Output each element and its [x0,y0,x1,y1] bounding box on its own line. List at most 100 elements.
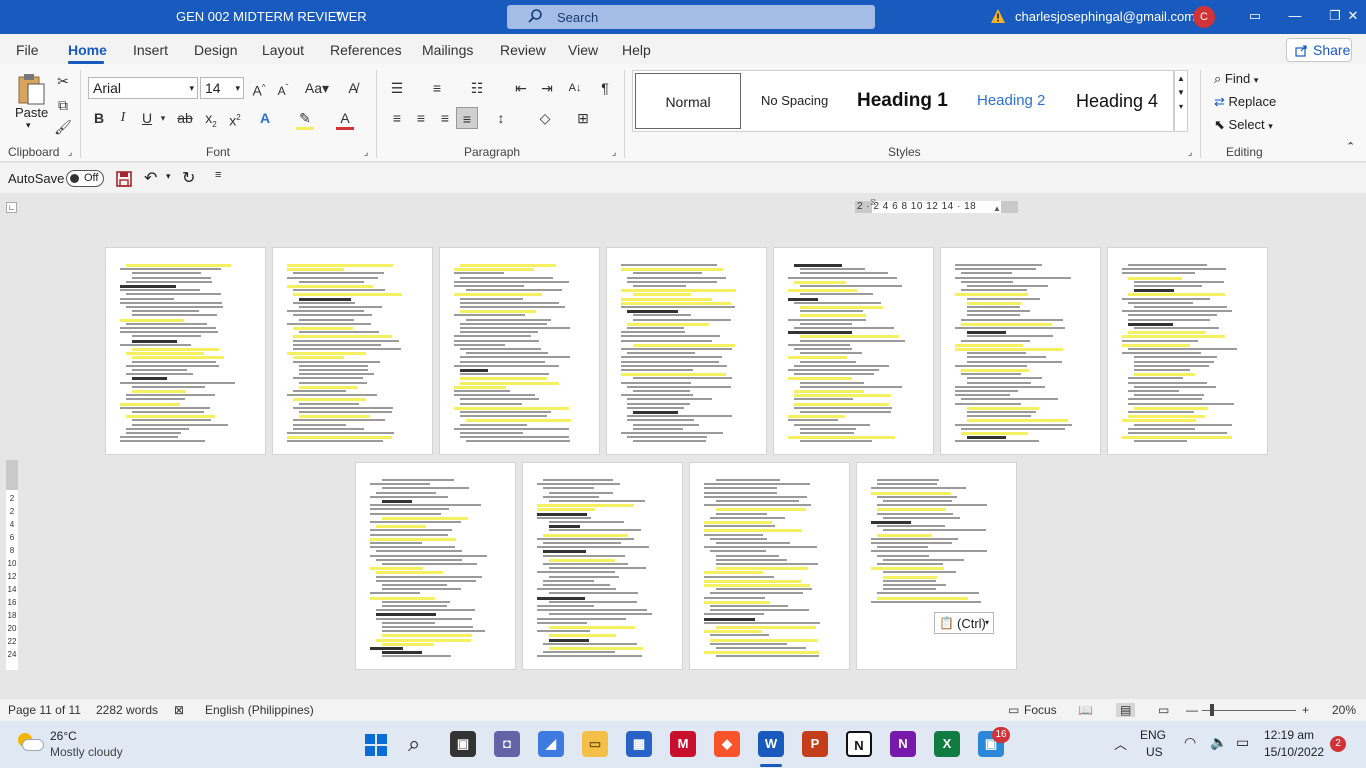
save-icon[interactable] [116,171,132,187]
scroll-down-icon[interactable]: ▼ [1175,88,1187,97]
notification-count[interactable]: 2 [1330,736,1346,752]
tab-review[interactable]: Review [500,42,546,58]
style-heading-2[interactable]: Heading 2 [977,71,1045,131]
minimize-icon[interactable]: — [1282,5,1308,27]
document-page[interactable] [105,247,266,455]
numbering-icon[interactable]: ≡ [426,77,448,99]
mcafee-icon[interactable]: M [670,731,696,757]
close-icon[interactable]: ✕ [1340,5,1366,27]
undo-icon[interactable]: ↶ [144,168,157,188]
weather-icon[interactable] [18,731,44,753]
zoom-in-icon[interactable]: + [1302,703,1309,717]
sort-icon[interactable]: A↓ [564,77,586,99]
paste-dropdown-icon[interactable]: ▾ [26,120,31,131]
tab-home[interactable]: Home [68,42,107,58]
align-left-icon[interactable]: ≡ [386,107,408,129]
borders-icon[interactable]: ⊞ [572,107,594,129]
excel-icon[interactable]: X [934,731,960,757]
align-right-icon[interactable]: ≡ [434,107,456,129]
weather-desc[interactable]: Mostly cloudy [50,745,123,759]
subscript-button[interactable]: x2 [200,107,222,129]
italic-button[interactable]: I [112,107,134,129]
app-icon[interactable]: ◢ [538,731,564,757]
document-page[interactable] [355,462,516,670]
align-center-icon[interactable]: ≡ [410,107,432,129]
superscript-button[interactable]: x2 [224,107,246,129]
file-explorer-icon[interactable]: ▭ [582,731,608,757]
paste-button[interactable]: Paste [15,105,48,120]
focus-icon[interactable]: ▭ [1008,703,1019,717]
collapse-ribbon-icon[interactable]: ⌃ [1346,140,1355,153]
print-layout-icon[interactable]: ▤ [1116,703,1136,717]
style-normal[interactable]: Normal [635,73,741,129]
text-effects-icon[interactable]: A [254,107,276,129]
document-page[interactable] [689,462,850,670]
format-painter-icon[interactable]: 🖌 [52,116,74,138]
customize-toolbar-icon[interactable]: ≡ [215,169,221,181]
find-button[interactable]: ⌕ Find ▾ [1214,71,1258,87]
font-family-select[interactable]: Arial ▾ [88,77,198,99]
clear-formatting-icon[interactable]: A̸ [342,77,364,99]
styles-scroll[interactable]: ▲ ▼ ▾ [1174,70,1188,132]
shrink-font-icon[interactable]: Aˇ [272,77,294,99]
document-page[interactable] [522,462,683,670]
increase-indent-icon[interactable]: ⇥ [536,77,558,99]
document-page[interactable] [773,247,934,455]
more-styles-icon[interactable]: ▾ [1175,102,1187,111]
first-line-indent-marker[interactable]: ⧖ [870,197,876,208]
replace-button[interactable]: ⇄ Replace [1214,94,1276,110]
warning-icon[interactable] [990,8,1006,24]
vertical-ruler[interactable]: 2 2 4 6 8 10 12 14 16 18 20 22 24 [6,460,18,670]
document-page[interactable] [856,462,1017,670]
style-heading-4[interactable]: Heading 4 [1076,71,1158,131]
account-email[interactable]: charlesjosephingal@gmail.com [1015,9,1195,24]
redo-icon[interactable]: ↻ [182,168,195,188]
tab-view[interactable]: View [568,42,598,58]
document-page[interactable] [606,247,767,455]
tab-help[interactable]: Help [622,42,651,58]
select-button[interactable]: ⬉ Select ▾ [1214,117,1273,133]
zoom-slider[interactable] [1202,710,1296,711]
cut-icon[interactable]: ✂ [52,70,74,92]
copy-icon[interactable]: ⧉ [52,94,74,116]
undo-dropdown-icon[interactable]: ▾ [166,171,171,182]
zoom-out-icon[interactable]: — [1186,703,1198,717]
tab-file[interactable]: File [16,42,39,58]
document-page[interactable] [439,247,600,455]
focus-mode-button[interactable]: Focus [1024,703,1057,717]
tab-mailings[interactable]: Mailings [422,42,473,58]
bold-button[interactable]: B [88,107,110,129]
paste-options-button[interactable]: 📋 (Ctrl) ▾ [934,612,994,634]
chevron-up-icon[interactable]: ︿ [1114,734,1127,753]
tab-insert[interactable]: Insert [133,42,168,58]
clock-time[interactable]: 12:19 am [1264,728,1314,742]
dialog-launcher-icon[interactable]: ⌟ [68,147,72,158]
scroll-up-icon[interactable]: ▲ [1175,74,1187,83]
onenote-icon[interactable]: N [890,731,916,757]
powerpoint-icon[interactable]: P [802,731,828,757]
input-lang-bottom[interactable]: US [1146,745,1163,759]
right-indent-marker[interactable]: ▲ [993,204,1001,213]
avatar[interactable]: C [1193,6,1215,28]
justify-icon[interactable]: ≡ [456,107,478,129]
grow-font-icon[interactable]: A^ [248,77,270,99]
multilevel-list-icon[interactable]: ☷ [466,77,488,99]
style-heading-1[interactable]: Heading 1 [857,71,948,131]
strikethrough-button[interactable]: ab [174,107,196,129]
font-size-select[interactable]: 14 ▾ [200,77,244,99]
shading-icon[interactable]: ◇ [534,107,556,129]
font-color-icon[interactable]: A [334,107,356,129]
page-count[interactable]: Page 11 of 11 [8,703,81,717]
clock-date[interactable]: 15/10/2022 [1264,745,1324,759]
input-lang-top[interactable]: ENG [1140,728,1166,742]
store-icon[interactable]: ▦ [626,731,652,757]
bullets-icon[interactable]: ☰ [386,77,408,99]
weather-temp[interactable]: 26°C [50,729,77,743]
share-button[interactable]: Share [1286,38,1352,62]
read-mode-icon[interactable]: 📖 [1078,703,1093,717]
brave-icon[interactable]: ◆ [714,731,740,757]
chat-icon[interactable]: ◘ [494,731,520,757]
dialog-launcher-icon[interactable]: ⌟ [1188,147,1192,158]
document-page[interactable] [940,247,1101,455]
document-page[interactable] [272,247,433,455]
